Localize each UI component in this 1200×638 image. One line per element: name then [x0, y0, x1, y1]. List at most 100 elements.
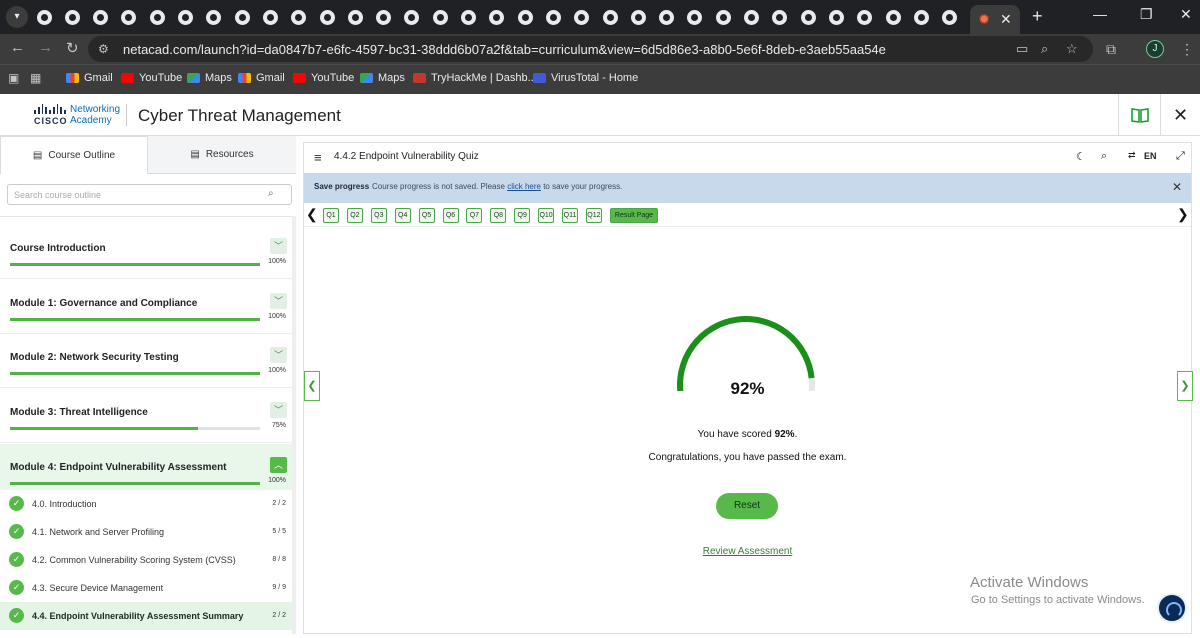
question-button[interactable]: Q2 — [346, 208, 363, 223]
browser-tab[interactable] — [794, 5, 822, 29]
browser-tab[interactable] — [30, 5, 58, 29]
browser-tab[interactable] — [681, 5, 709, 29]
back-arrow-icon[interactable]: ← — [10, 39, 25, 56]
browser-tab[interactable] — [398, 5, 426, 29]
bookmark-gmail-1[interactable]: Gmail — [66, 72, 113, 84]
question-button[interactable]: Q10 — [538, 208, 555, 223]
restore-icon[interactable]: ❐ — [1140, 6, 1153, 23]
tab-groups-icon[interactable]: ▦ — [30, 71, 41, 85]
active-browser-tab[interactable]: ✹ ✕ — [970, 5, 1020, 34]
browser-tab[interactable] — [455, 5, 483, 29]
browser-tab[interactable] — [483, 5, 511, 29]
extensions-puzzle-icon[interactable]: ⧉ — [1106, 41, 1116, 58]
cast-icon[interactable]: ▭ — [1016, 41, 1028, 57]
language-selector[interactable]: EN — [1144, 151, 1157, 161]
section-item[interactable]: ✓ 4.0. Introduction 2 / 2 — [0, 490, 292, 518]
apps-grid-icon[interactable]: ▣ — [8, 71, 19, 85]
browser-tab[interactable] — [200, 5, 228, 29]
site-settings-icon[interactable]: ⚙ — [98, 42, 109, 56]
address-bar[interactable]: ⚙ netacad.com/launch?id=da0847b7-e6fc-45… — [88, 36, 1093, 62]
forward-arrow-icon[interactable]: → — [38, 39, 53, 56]
chevron-down-icon[interactable]: ﹀ — [270, 238, 287, 254]
question-button[interactable]: Q7 — [466, 208, 483, 223]
open-book-icon[interactable] — [1118, 94, 1160, 136]
profile-avatar[interactable]: J — [1146, 40, 1164, 58]
url-text[interactable]: netacad.com/launch?id=da0847b7-e6fc-4597… — [123, 42, 886, 57]
menu-collapse-icon[interactable]: ≡ — [314, 150, 322, 165]
search-icon[interactable]: ⌕ — [1101, 150, 1107, 163]
new-tab-plus-icon[interactable]: + — [1032, 6, 1043, 27]
chevron-up-icon[interactable]: ︿ — [270, 457, 287, 473]
question-button[interactable]: Q9 — [514, 208, 531, 223]
browser-tab[interactable] — [596, 5, 624, 29]
bookmark-maps-1[interactable]: Maps — [187, 72, 232, 84]
cisco-logo[interactable]: CISCO — [34, 104, 67, 128]
question-button[interactable]: Q1 — [323, 208, 339, 223]
translate-icon[interactable]: ⇄ — [1128, 150, 1136, 161]
browser-tab[interactable] — [58, 5, 86, 29]
save-progress-link[interactable]: click here — [507, 182, 541, 191]
question-button[interactable]: Q12 — [585, 208, 602, 223]
search-icon[interactable]: ⌕ — [268, 188, 274, 199]
browser-tab[interactable] — [426, 5, 454, 29]
question-button[interactable]: Q4 — [394, 208, 411, 223]
search-course-outline-input[interactable]: Search course outline — [7, 184, 292, 205]
tab-course-outline[interactable]: ▤ Course Outline — [0, 136, 148, 174]
close-course-icon[interactable]: ✕ — [1160, 94, 1200, 136]
reset-button[interactable]: Reset — [716, 493, 778, 519]
minimize-icon[interactable]: — — [1093, 6, 1107, 22]
browser-tab[interactable] — [172, 5, 200, 29]
browser-tab[interactable] — [87, 5, 115, 29]
browser-tab[interactable] — [228, 5, 256, 29]
browser-menu-icon[interactable]: ⋮ — [1180, 41, 1194, 58]
chevron-down-icon[interactable]: ﹀ — [270, 347, 287, 363]
browser-tab[interactable] — [709, 5, 737, 29]
browser-tab[interactable] — [879, 5, 907, 29]
tab-resources[interactable]: ▤ Resources — [148, 136, 296, 174]
tab-close-icon[interactable]: ✕ — [1000, 11, 1012, 28]
expand-fullscreen-icon[interactable]: ⤢ — [1176, 150, 1185, 163]
browser-tab[interactable] — [624, 5, 652, 29]
reload-icon[interactable]: ↻ — [66, 39, 79, 57]
question-button[interactable]: Q6 — [442, 208, 459, 223]
question-button[interactable]: Q5 — [418, 208, 435, 223]
browser-tab[interactable] — [115, 5, 143, 29]
banner-close-icon[interactable]: ✕ — [1172, 180, 1182, 194]
bookmark-virustotal[interactable]: VirusTotal - Home — [533, 72, 638, 84]
module-item[interactable]: Module 3: Threat Intelligence ﹀ 75% — [0, 389, 292, 443]
browser-tab[interactable] — [822, 5, 850, 29]
bookmark-gmail-2[interactable]: Gmail — [238, 72, 285, 84]
prev-question-chevron-icon[interactable]: ❮ — [306, 206, 318, 223]
result-page-button[interactable]: Result Page — [610, 208, 658, 223]
browser-tab[interactable] — [285, 5, 313, 29]
section-item[interactable]: ✓ 4.1. Network and Server Profiling 5 / 5 — [0, 518, 292, 546]
browser-tab[interactable] — [907, 5, 935, 29]
section-item[interactable]: ✓ 4.4. Endpoint Vulnerability Assessment … — [0, 602, 292, 630]
bookmark-youtube-1[interactable]: YouTube — [121, 72, 182, 84]
chevron-down-icon[interactable]: ﹀ — [270, 402, 287, 418]
question-button[interactable]: Q8 — [490, 208, 507, 223]
bookmark-tryhackme[interactable]: TryHackMe | Dashb... — [413, 72, 537, 84]
browser-tab[interactable] — [313, 5, 341, 29]
zoom-icon[interactable]: ⌕ — [1041, 41, 1048, 57]
chevron-down-icon[interactable]: ﹀ — [270, 293, 287, 309]
section-item[interactable]: ✓ 4.3. Secure Device Management 9 / 9 — [0, 574, 292, 602]
window-close-icon[interactable]: ✕ — [1180, 6, 1192, 23]
browser-tab[interactable] — [370, 5, 398, 29]
browser-tab[interactable] — [539, 5, 567, 29]
browser-tab[interactable] — [256, 5, 284, 29]
question-button[interactable]: Q11 — [562, 208, 578, 223]
bookmark-youtube-2[interactable]: YouTube — [293, 72, 354, 84]
browser-tab[interactable] — [766, 5, 794, 29]
chat-assistant-icon[interactable] — [1157, 593, 1187, 623]
section-item[interactable]: ✓ 4.2. Common Vulnerability Scoring Syste… — [0, 546, 292, 574]
next-question-chevron-icon[interactable]: ❯ — [1177, 206, 1189, 223]
module-item[interactable]: Module 1: Governance and Compliance ﹀ 100% — [0, 280, 292, 334]
tab-search-chevron-icon[interactable]: ▾ — [6, 6, 28, 28]
browser-tab[interactable] — [851, 5, 879, 29]
bookmark-maps-2[interactable]: Maps — [360, 72, 405, 84]
review-assessment-link[interactable]: Review Assessment — [703, 546, 792, 557]
browser-tab[interactable] — [143, 5, 171, 29]
module-item[interactable]: Module 2: Network Security Testing ﹀ 100% — [0, 334, 292, 388]
browser-tab[interactable] — [936, 5, 964, 29]
